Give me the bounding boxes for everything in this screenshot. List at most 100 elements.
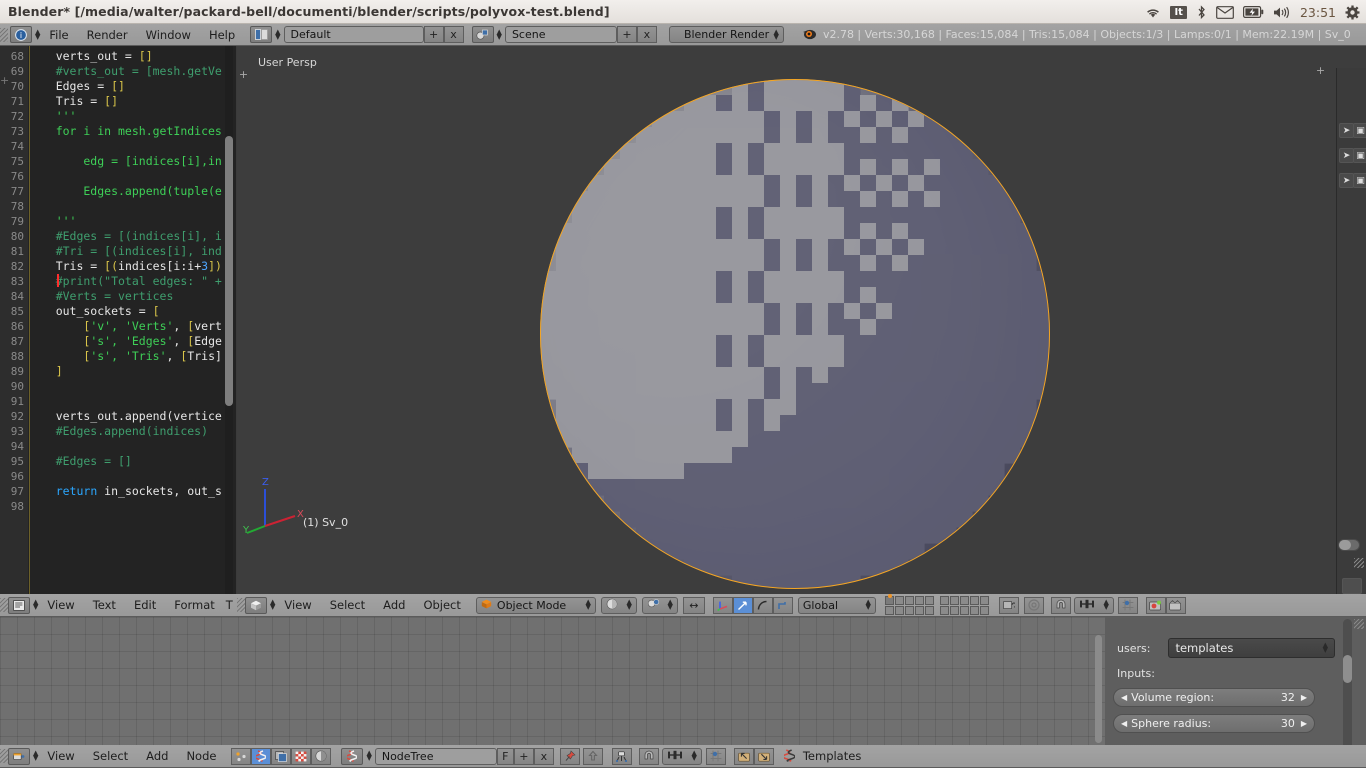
scene-name-field[interactable]: Scene <box>505 26 617 43</box>
viewport-toolshelf-handle[interactable]: + <box>238 68 249 81</box>
interaction-mode-dropdown[interactable]: Object Mode ▲▼ <box>476 597 596 614</box>
remove-screen-layout-button[interactable]: x <box>444 26 464 43</box>
layer-button[interactable] <box>885 606 894 615</box>
3d-view-editor-icon[interactable] <box>245 597 267 614</box>
layer-button[interactable] <box>980 606 989 615</box>
viewport-nav-button[interactable] <box>1342 578 1362 594</box>
code-line[interactable]: #verts_out = [mesh.getVe <box>28 64 222 79</box>
magnet-icon[interactable] <box>639 748 659 765</box>
code-line[interactable]: Edges.append(tuple(e <box>28 184 222 199</box>
translate-manipulator-icon[interactable] <box>713 597 733 614</box>
scale-manipulator-icon[interactable] <box>753 597 773 614</box>
text-editor-icon[interactable] <box>8 597 30 614</box>
camera-icon[interactable]: ▣ <box>1353 123 1366 138</box>
code-line[interactable]: #Edges = [(indices[i], i <box>28 229 222 244</box>
text-editor-plus-handle[interactable]: + <box>0 74 9 87</box>
code-line[interactable]: #Edges.append(indices) <box>28 424 208 439</box>
clock[interactable]: 23:51 <box>1300 5 1336 20</box>
render-engine-dropdown[interactable]: Blender Render ▲▼ <box>669 26 784 43</box>
menu-help[interactable]: Help <box>200 24 244 46</box>
layer-button[interactable] <box>940 596 949 605</box>
layer-button[interactable] <box>960 596 969 605</box>
node-tree-name-field[interactable]: NodeTree <box>375 748 497 765</box>
code-line[interactable]: #Verts = vertices <box>28 289 173 304</box>
text-header-grip[interactable] <box>0 598 8 612</box>
scene-spinner[interactable]: ▲▼ <box>497 30 502 40</box>
texture-solid-icon[interactable] <box>1024 597 1044 614</box>
node-snap-element-dropdown[interactable]: ▲▼ <box>662 748 702 765</box>
inputs-volume-arrow-right[interactable]: ▶ <box>1295 693 1307 702</box>
code-line[interactable]: return in_sockets, out_s <box>28 484 222 499</box>
screen-layout-value[interactable]: Default <box>284 26 424 43</box>
info-editor-icon[interactable]: i <box>10 26 32 43</box>
layer-button[interactable] <box>905 596 914 605</box>
code-line[interactable]: Edges = [] <box>28 79 125 94</box>
code-line[interactable]: edg = [indices[i],in <box>28 154 222 169</box>
material-preview-icon[interactable] <box>311 748 331 765</box>
viewport-menu-add[interactable]: Add <box>374 594 414 616</box>
volume-icon[interactable] <box>1273 6 1291 19</box>
layer-button[interactable] <box>970 606 979 615</box>
code-line[interactable]: Tris = [] <box>28 94 118 109</box>
cursor-icon[interactable]: ➤ <box>1339 148 1354 163</box>
node-menu-node[interactable]: Node <box>177 745 225 767</box>
node-menu-select[interactable]: Select <box>84 745 137 767</box>
text-menu-templates[interactable]: T <box>224 594 235 616</box>
snap-element-icon[interactable] <box>1118 597 1138 614</box>
code-line[interactable]: ''' <box>28 109 76 124</box>
node-header-grip[interactable] <box>0 749 8 763</box>
text-menu-edit[interactable]: Edit <box>125 594 165 616</box>
screen-layout-icon[interactable] <box>250 26 272 43</box>
pivot-point-dropdown[interactable]: ▲▼ <box>642 597 678 614</box>
add-screen-layout-button[interactable]: + <box>424 26 444 43</box>
layer-button[interactable] <box>915 596 924 605</box>
go-to-parent-icon[interactable] <box>583 748 603 765</box>
3d-viewport[interactable]: User Persp + + (1) Sv_0 <box>237 46 1366 594</box>
layer-button[interactable] <box>885 596 894 605</box>
add-scene-button[interactable]: + <box>617 26 637 43</box>
viewport-toggle-switch[interactable] <box>1338 539 1360 551</box>
add-node-tree-button[interactable]: + <box>514 748 534 765</box>
cursor-icon[interactable]: ➤ <box>1339 123 1354 138</box>
layer-button[interactable] <box>970 596 979 605</box>
fake-user-button[interactable]: F <box>497 748 514 765</box>
text-menu-text[interactable]: Text <box>84 594 125 616</box>
node-tree-spinner[interactable]: ▲▼ <box>366 751 371 761</box>
layer-button[interactable] <box>960 606 969 615</box>
code-line[interactable]: #Tri = [(indices[i], ind <box>28 244 222 259</box>
viewport-menu-select[interactable]: Select <box>321 594 374 616</box>
bluetooth-icon[interactable] <box>1196 5 1207 20</box>
code-line[interactable]: for i in mesh.getIndices <box>28 124 222 139</box>
node-menu-view[interactable]: View <box>38 745 83 767</box>
screen-layout-spinner[interactable]: ▲▼ <box>275 30 280 40</box>
viewport-strip-grip[interactable] <box>1354 558 1364 568</box>
code-line[interactable]: Tris = [(indices[i:i+3]) <box>28 259 222 274</box>
node-editor-vertical-scrollbar[interactable] <box>1095 635 1102 743</box>
layer-button[interactable] <box>915 606 924 615</box>
import-icon[interactable] <box>734 748 754 765</box>
code-area[interactable]: verts_out = [] #verts_out = [mesh.getVe … <box>28 46 236 594</box>
layer-button[interactable] <box>925 596 934 605</box>
cursor-icon[interactable]: ➤ <box>1339 173 1354 188</box>
input-method-icon[interactable]: It <box>1170 6 1187 19</box>
remove-scene-button[interactable]: x <box>637 26 657 43</box>
viewport-shading-dropdown[interactable]: ▲▼ <box>601 597 637 614</box>
layer-button[interactable] <box>950 606 959 615</box>
node-editor-icon[interactable] <box>8 748 30 765</box>
render-opengl-image-icon[interactable] <box>1146 597 1166 614</box>
viewport-header-grip[interactable] <box>237 598 245 612</box>
compositing-nodes-icon[interactable] <box>271 748 291 765</box>
magnet-icon[interactable] <box>1051 597 1071 614</box>
properties-panel-grip[interactable] <box>1354 619 1364 629</box>
code-line[interactable]: ] <box>28 364 63 379</box>
users-dropdown[interactable]: templates ▲▼ <box>1168 638 1335 658</box>
transform-orientation-dropdown[interactable]: Global ▲▼ <box>798 597 876 614</box>
render-opengl-animation-icon[interactable] <box>1166 597 1186 614</box>
text-editor-area[interactable]: 6869707172737475767778798081828384858687… <box>0 46 236 594</box>
gear-icon[interactable] <box>1345 5 1360 20</box>
inputs-sphere-radius[interactable]: ◀ Sphere radius: 30 ▶ <box>1113 714 1315 733</box>
code-line[interactable]: ['s', 'Edges', [Edge <box>28 334 222 349</box>
pin-icon[interactable] <box>560 748 580 765</box>
code-line[interactable]: #Edges = [] <box>28 454 132 469</box>
use-nodes-icon[interactable] <box>612 748 632 765</box>
